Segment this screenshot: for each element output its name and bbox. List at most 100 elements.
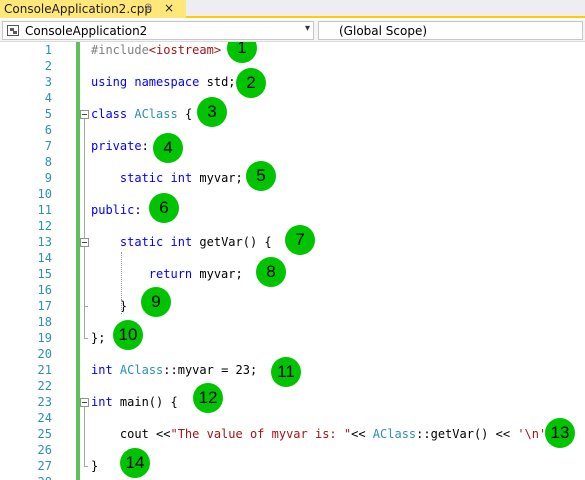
code-token: } [91,459,99,473]
callout-badge-14: 14 [120,448,150,478]
callout-badge-9: 9 [141,287,171,317]
code-token: ::getVar() << [416,427,518,441]
collapse-toggle-icon[interactable] [80,110,89,119]
line-number: 20 [37,347,52,361]
pin-icon[interactable]: ⊕ [144,2,152,13]
line-number: 9 [44,171,52,185]
scope-dropdown[interactable]: (Global Scope) [318,21,583,40]
line-number: 13 [37,235,52,249]
code-line[interactable]: 11 public: [0,202,585,218]
code-token: public [91,203,135,217]
code-line[interactable]: 24 [0,410,585,426]
tab-title: ConsoleApplication2.cpp [4,2,152,16]
code-token: class [91,107,128,121]
code-token: getVar() { [192,235,272,249]
code-line[interactable]: 9 static int myvar; [0,170,585,186]
outline-fold-end [84,306,88,307]
code-token: { [177,107,193,121]
line-number: 19 [37,331,52,345]
code-line[interactable]: 26 [0,442,585,458]
line-number: 3 [44,75,52,89]
callout-badge-3: 3 [197,97,227,127]
code-text: int main() { [91,394,178,410]
code-text: return myvar; [91,266,243,282]
line-number: 4 [44,91,52,105]
callout-badge-4: 4 [153,133,183,163]
code-token: namespace [134,75,200,89]
callout-badge-10: 10 [113,320,143,350]
code-text: cout <<"The value of myvar is: "<< AClas… [91,426,554,442]
line-number: 8 [44,155,52,169]
line-number: 27 [37,459,52,473]
line-number: 6 [44,123,52,137]
line-number: 26 [37,443,52,457]
code-token: static [119,235,164,249]
code-text: using namespace std; [91,74,236,90]
code-line[interactable]: 28 [0,474,585,480]
code-text: static int getVar() { [91,234,272,250]
callout-badge-6: 6 [149,193,179,223]
project-dropdown[interactable]: ConsoleApplication2 ▾ [2,21,314,40]
code-token: AClass [119,363,164,377]
line-number: 2 [44,59,52,73]
line-number: 14 [37,251,52,265]
code-editor[interactable]: 1 #include<iostream> 2 3 using namespace std… [0,42,585,480]
code-line[interactable]: 2 [0,58,585,74]
code-token: static [119,171,164,185]
callout-badge-7: 7 [285,225,315,255]
code-line[interactable]: 16 [0,282,585,298]
code-line[interactable]: 10 [0,186,585,202]
callout-badge-5: 5 [246,161,276,191]
outline-fold-end [84,338,88,339]
code-line[interactable]: 3 using namespace std; [0,74,585,90]
line-number: 24 [37,411,52,425]
outline-fold-end [84,466,88,467]
code-text: static int myvar; [91,170,243,186]
code-line[interactable]: 7 private: [0,138,585,154]
line-number: 10 [37,187,52,201]
chevron-down-icon[interactable]: ▾ [305,23,310,34]
outline-fold-line [84,407,85,466]
line-number: 22 [37,379,52,393]
close-icon[interactable]: × [164,1,174,15]
line-number: 1 [44,43,52,57]
code-text: }; [91,330,105,346]
code-token: return [148,267,193,281]
code-token: << [351,427,373,441]
project-dropdown-label: ConsoleApplication2 [25,23,148,38]
code-text: } [91,458,98,474]
code-line[interactable]: 6 [0,122,585,138]
code-token: #include [91,43,149,57]
document-tab-bar: ConsoleApplication2.cpp ⊕ × [0,0,585,18]
code-text: class AClass { [91,106,192,122]
callout-badge-8: 8 [256,257,286,287]
code-line[interactable]: 25 cout <<"The value of myvar is: "<< AC… [0,426,585,442]
line-number: 16 [37,283,52,297]
code-text: private: [91,138,149,154]
tab-consoleapplication2-cpp[interactable]: ConsoleApplication2.cpp ⊕ × [0,0,186,18]
outline-fold-line [84,247,85,306]
code-token: AClass [372,427,417,441]
code-line[interactable]: 15 return myvar; [0,266,585,282]
code-text: #include<iostream> [91,42,221,58]
code-token: "The value of myvar is: " [170,427,352,441]
line-number: 23 [37,395,52,409]
code-line[interactable]: 1 #include<iostream> [0,42,585,58]
code-token: '\n' [517,427,547,441]
code-token: int [91,363,113,377]
code-line[interactable]: 4 [0,90,585,106]
callout-badge-13: 13 [545,418,575,448]
code-token: cout << [91,427,171,441]
code-token: using [91,75,128,89]
line-number: 12 [37,219,52,233]
code-line[interactable]: 18 [0,314,585,330]
collapse-toggle-icon[interactable] [80,398,89,407]
line-number: 25 [37,427,52,441]
code-line[interactable]: 8 [0,154,585,170]
line-number: 28 [0,474,52,480]
collapse-toggle-icon[interactable] [80,238,89,247]
